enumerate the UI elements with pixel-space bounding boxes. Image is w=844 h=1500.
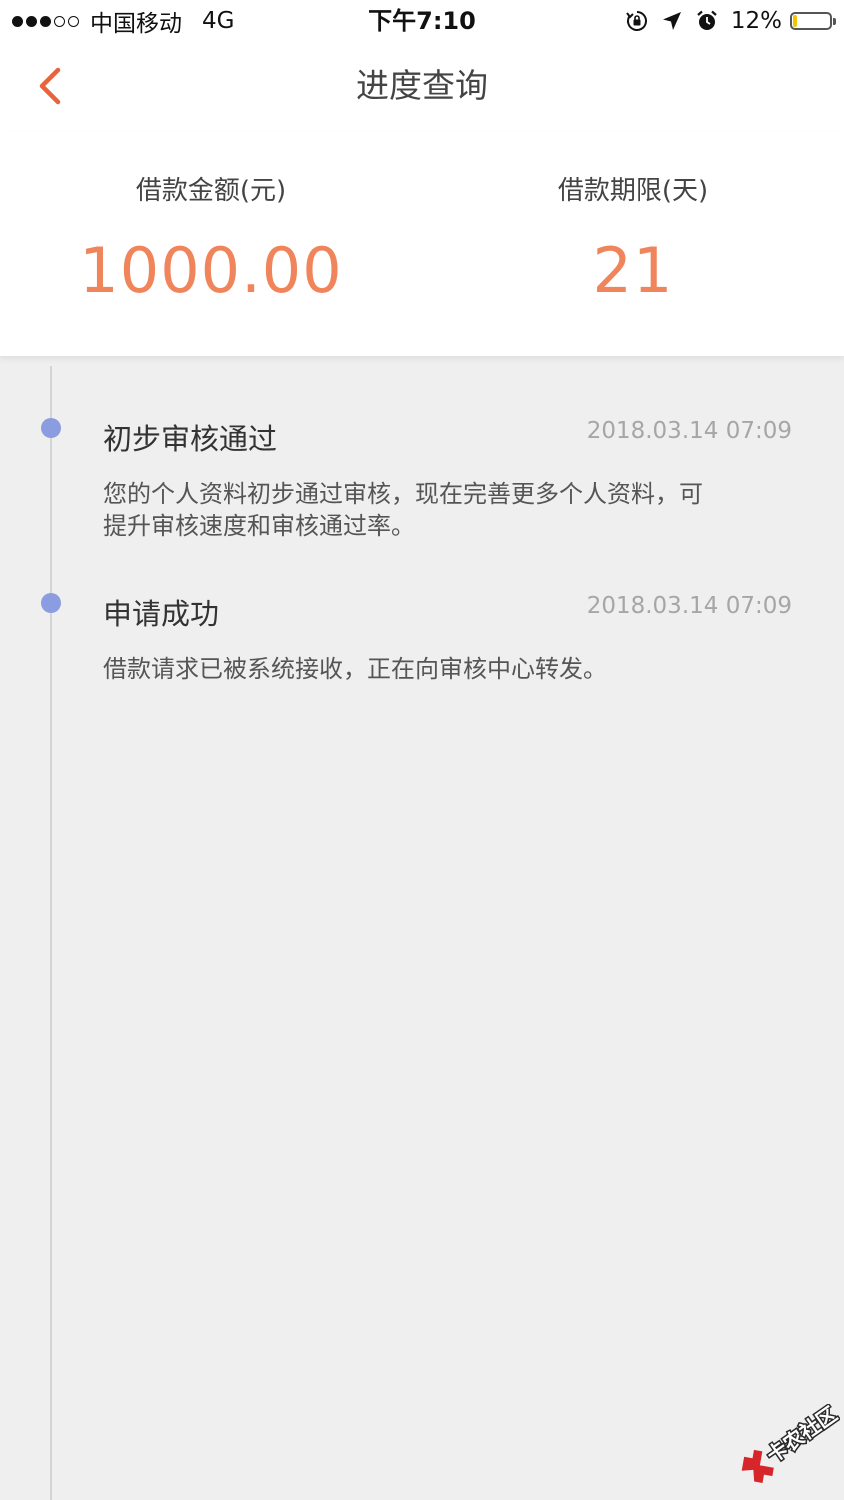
watermark-text: 卡农社区: [762, 1404, 840, 1467]
loan-amount-label: 借款金额(元): [135, 176, 287, 206]
timeline-desc-line: 您的个人资料初步通过审核，现在完善更多个人资料，可: [103, 480, 703, 508]
watermark-icon: 卡农社区: [741, 1400, 843, 1484]
watermark-logo: 卡农社区: [736, 1400, 843, 1484]
page-title: 进度查询: [356, 66, 488, 105]
timeline-item-time: 2018.03.14 07:09: [586, 593, 792, 619]
status-bar: 中国移动 4G 下午7:10 12%: [0, 0, 844, 40]
rotation-lock-icon: [625, 9, 649, 33]
timeline-desc-line: 借款请求已被系统接收，正在向审核中心转发。: [103, 655, 607, 683]
timeline-dot: [41, 418, 61, 438]
timeline-item-description: 您的个人资料初步通过审核，现在完善更多个人资料，可 提升审核速度和审核通过率。: [103, 478, 803, 542]
timeline-line: [50, 366, 52, 1500]
loan-term-label: 借款期限(天): [557, 176, 709, 206]
status-right: 12%: [625, 6, 836, 36]
timeline-item-title: 初步审核通过: [103, 422, 278, 456]
loan-amount-value: 1000.00: [79, 234, 343, 307]
location-arrow-icon: [661, 10, 683, 32]
battery-level: [793, 15, 797, 27]
timeline-dot: [41, 593, 61, 613]
timeline-item-title: 申请成功: [103, 597, 220, 631]
loan-amount-section: 借款金额(元) 1000.00: [0, 132, 422, 356]
battery-percent: 12%: [730, 8, 782, 34]
timeline-desc-line: 提升审核速度和审核通过率。: [103, 512, 415, 540]
battery-icon: [790, 12, 836, 30]
timeline-item-description: 借款请求已被系统接收，正在向审核中心转发。: [103, 653, 803, 685]
loan-term-section: 借款期限(天) 21: [422, 132, 844, 356]
loan-term-value: 21: [592, 234, 674, 307]
nav-bar: 进度查询: [0, 40, 844, 132]
timeline-item-time: 2018.03.14 07:09: [586, 418, 792, 444]
loan-summary-card: 借款金额(元) 1000.00 借款期限(天) 21: [0, 132, 844, 356]
alarm-icon: [695, 9, 719, 33]
